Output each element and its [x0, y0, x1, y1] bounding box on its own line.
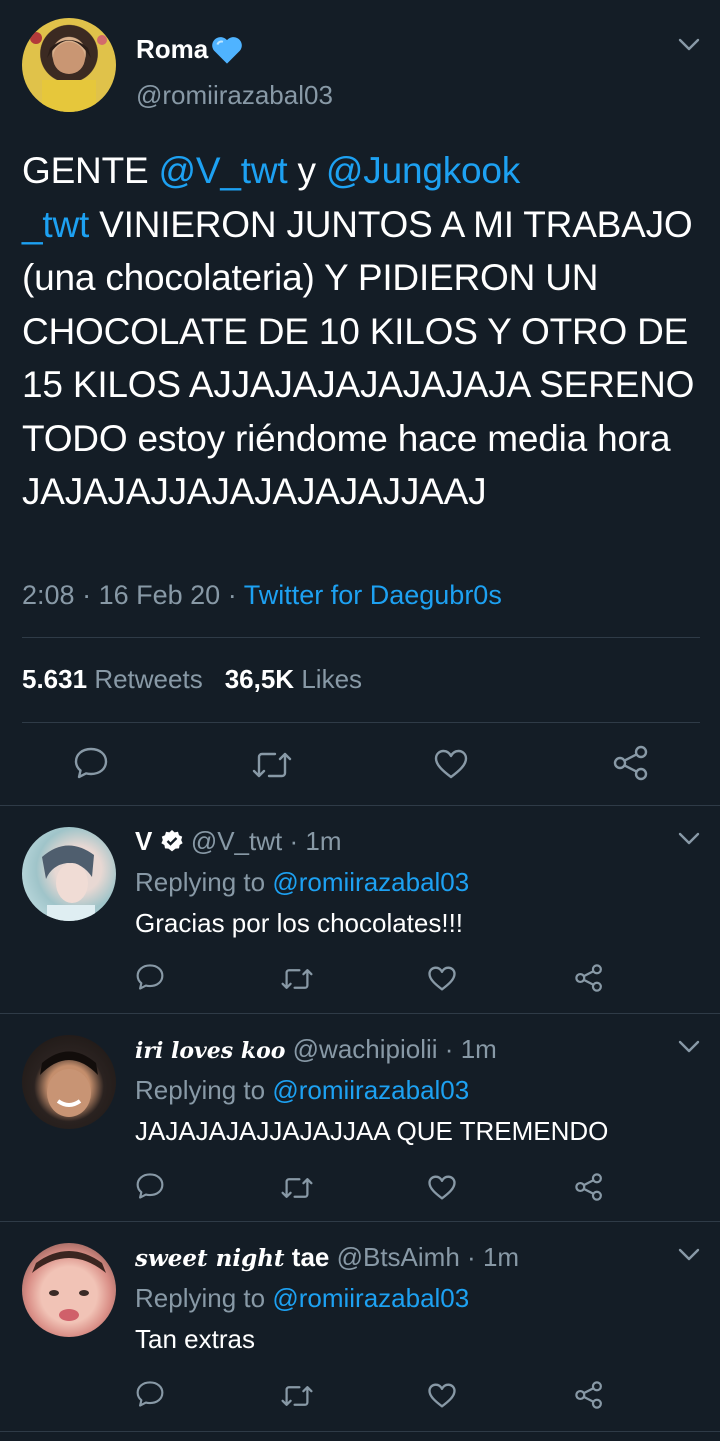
- mention-link-part: _twt: [22, 203, 90, 245]
- reply-text: Tan extras: [135, 1324, 255, 1354]
- tweet-source-link[interactable]: Twitter for Daegubr0s: [244, 580, 502, 610]
- tweet-text-part: GENTE: [22, 150, 159, 191]
- retweet-icon[interactable]: [280, 967, 314, 991]
- replying-to-link[interactable]: @romiirazabal03: [272, 867, 469, 897]
- divider: [22, 722, 700, 723]
- replying-to: Replying to @romiirazabal03: [135, 867, 469, 898]
- replying-to-link[interactable]: @romiirazabal03: [272, 1075, 469, 1105]
- tweet-time: 2:08: [22, 580, 75, 610]
- like-icon[interactable]: [427, 965, 457, 992]
- like-icon[interactable]: [427, 1382, 457, 1409]
- author-handle[interactable]: @romiirazabal03: [136, 80, 333, 111]
- reply-author[interactable]: iri loves koo @wachipiolii · 1m: [135, 1034, 497, 1065]
- reply-author[interactable]: V @V_twt · 1m: [135, 826, 342, 857]
- divider: [22, 637, 700, 638]
- reply-icon[interactable]: [135, 1380, 165, 1408]
- retweet-icon[interactable]: [280, 1176, 314, 1200]
- retweets-count: 5.631: [22, 664, 88, 694]
- divider: [0, 1431, 720, 1432]
- reply-handle: @BtsAimh: [336, 1242, 460, 1272]
- like-icon[interactable]: [427, 1174, 457, 1201]
- separator: ·: [467, 1242, 476, 1272]
- likes-label: Likes: [301, 664, 363, 694]
- verified-badge-icon: [160, 829, 184, 853]
- avatar[interactable]: [22, 1035, 116, 1129]
- share-icon[interactable]: [574, 963, 604, 993]
- avatar[interactable]: [22, 18, 116, 112]
- author-display-name: Roma: [136, 34, 209, 64]
- likes-count: 36,5K: [224, 664, 295, 694]
- mention-link-part: @Jungkook: [325, 150, 521, 191]
- avatar[interactable]: [22, 827, 116, 921]
- chevron-down-icon[interactable]: [678, 832, 700, 846]
- chevron-down-icon[interactable]: [678, 38, 700, 52]
- retweet-icon[interactable]: [251, 750, 293, 780]
- replying-to-link[interactable]: @romiirazabal03: [272, 1283, 469, 1313]
- reply-author[interactable]: sweet night tae @BtsAimh · 1m: [135, 1242, 519, 1273]
- like-icon[interactable]: [433, 748, 469, 780]
- replying-to: Replying to @romiirazabal03: [135, 1283, 469, 1314]
- replying-to-label: Replying to: [135, 1283, 266, 1313]
- share-icon[interactable]: [612, 745, 650, 781]
- reply-display-name: tae: [291, 1242, 330, 1272]
- reply-icon[interactable]: [135, 1172, 165, 1200]
- separator: ·: [444, 1034, 454, 1064]
- reply-icon[interactable]: [73, 746, 109, 780]
- tweet-stats: 5.631 Retweets 36,5K Likes: [22, 664, 362, 695]
- retweet-icon[interactable]: [280, 1384, 314, 1408]
- reply-handle: @wachipiolii: [292, 1034, 438, 1064]
- mention-link[interactable]: @V_twt: [159, 150, 288, 191]
- reply-text: Gracias por los chocolates!!!: [135, 908, 464, 938]
- divider: [0, 1013, 720, 1014]
- tweet-text-part: VINIERON JUNTOS A MI TRABAJO (una chocol…: [22, 203, 695, 513]
- reply-display-name: iri loves koo: [135, 1038, 286, 1064]
- replying-to: Replying to @romiirazabal03: [135, 1075, 469, 1106]
- reply-text: JAJAJAJAJJAJAJJAA QUE TREMENDO: [135, 1116, 609, 1146]
- tweet-date: 16 Feb 20: [98, 580, 221, 610]
- reply-icon[interactable]: [135, 963, 165, 991]
- retweets-label: Retweets: [94, 664, 203, 694]
- reply-display-name-styled: sweet night: [135, 1245, 285, 1272]
- tweet-text: GENTE @V_twt y @Jungkook _twt VINIERON JU…: [22, 144, 702, 519]
- chevron-down-icon[interactable]: [678, 1040, 700, 1054]
- reply-time: 1m: [460, 1034, 497, 1064]
- separator: ·: [289, 826, 299, 856]
- reply-time: 1m: [305, 826, 342, 856]
- reply-display-name: V: [135, 826, 153, 856]
- divider: [0, 805, 720, 806]
- separator: ·: [227, 580, 237, 610]
- replying-to-label: Replying to: [135, 867, 266, 897]
- avatar[interactable]: [22, 1243, 116, 1337]
- chevron-down-icon[interactable]: [678, 1248, 700, 1262]
- tweet-text-part: y: [287, 150, 326, 191]
- separator: ·: [82, 580, 92, 610]
- retweets-stat[interactable]: 5.631 Retweets: [22, 664, 203, 695]
- divider: [0, 1221, 720, 1222]
- author-name[interactable]: Roma: [136, 34, 244, 65]
- share-icon[interactable]: [574, 1172, 604, 1202]
- share-icon[interactable]: [574, 1380, 604, 1410]
- reply-handle: @V_twt: [190, 826, 283, 856]
- reply-time: 1m: [482, 1242, 520, 1272]
- replying-to-label: Replying to: [135, 1075, 266, 1105]
- blue-heart-icon: [210, 35, 244, 65]
- tweet-meta: 2:08 · 16 Feb 20 · Twitter for Daegubr0s: [22, 580, 502, 611]
- likes-stat[interactable]: 36,5K Likes: [225, 664, 362, 695]
